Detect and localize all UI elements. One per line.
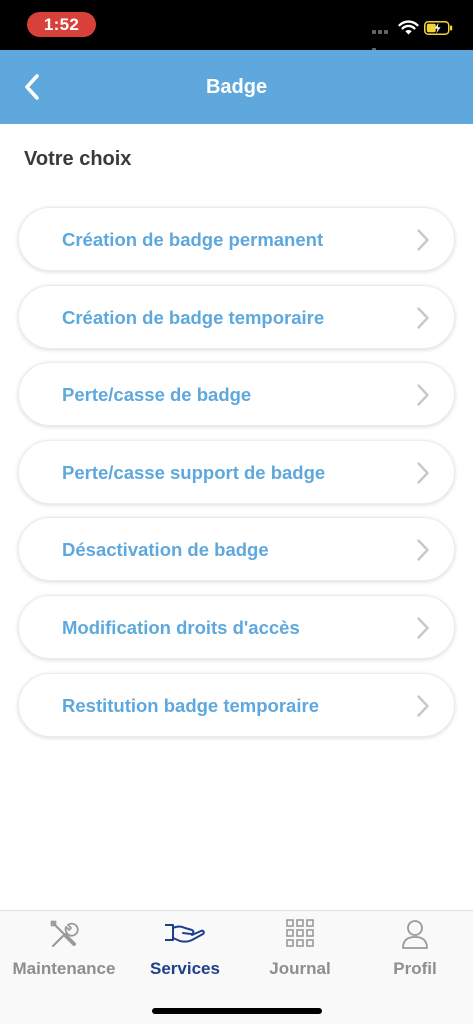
chevron-right-icon xyxy=(417,617,429,639)
menu-item-label: Création de badge permanent xyxy=(62,229,324,250)
chevron-right-icon xyxy=(417,462,429,484)
wifi-icon xyxy=(398,20,419,35)
menu-item-creation-permanent[interactable]: Création de badge permanent xyxy=(18,207,455,271)
chevron-right-icon xyxy=(417,306,429,329)
menu-item-modification-droits[interactable]: Modification droits d'accès xyxy=(18,594,455,659)
tab-journal[interactable]: Journal xyxy=(241,911,359,991)
menu-item-label: Désactivation de badge xyxy=(62,539,269,561)
home-indicator xyxy=(152,1008,322,1014)
chevron-right-icon xyxy=(417,384,429,406)
tab-profil[interactable]: Profil xyxy=(356,911,473,991)
tab-label: Journal xyxy=(269,959,331,978)
chevron-right-icon xyxy=(417,229,429,251)
section-title: Votre choix xyxy=(24,148,132,170)
status-time: 1:52 xyxy=(27,12,96,37)
menu-item-perte-support[interactable]: Perte/casse support de badge xyxy=(18,439,455,504)
tools-icon xyxy=(50,920,79,948)
cellular-signal-icon xyxy=(372,30,394,52)
menu-item-restitution[interactable]: Restitution badge temporaire xyxy=(18,672,455,737)
menu-item-label: Création de badge temporaire xyxy=(62,306,325,328)
menu-item-label: Perte/casse de badge xyxy=(62,384,252,406)
menu-item-label: Perte/casse support de badge xyxy=(62,461,326,483)
tab-services[interactable]: Services xyxy=(126,911,244,991)
menu-list: Création de badge permanent Création de … xyxy=(18,207,455,750)
chevron-right-icon xyxy=(417,694,429,717)
tab-bar: Maintenance Services Journal Profil xyxy=(0,910,473,1024)
tab-label: Services xyxy=(150,959,220,978)
battery-icon xyxy=(424,21,453,35)
chevron-right-icon xyxy=(417,539,429,562)
grid-icon xyxy=(286,919,314,947)
page-title: Badge xyxy=(205,76,268,98)
menu-item-creation-temporaire[interactable]: Création de badge temporaire xyxy=(18,284,455,349)
menu-item-label: Modification droits d'accès xyxy=(62,616,300,638)
header-bar: Badge xyxy=(0,50,473,124)
tab-maintenance[interactable]: Maintenance xyxy=(5,911,123,991)
tab-label: Maintenance xyxy=(12,959,116,978)
user-icon xyxy=(402,920,428,949)
tab-label: Profil xyxy=(393,959,437,978)
menu-item-label: Restitution badge temporaire xyxy=(62,694,319,716)
menu-item-desactivation[interactable]: Désactivation de badge xyxy=(18,517,455,582)
menu-item-perte-badge[interactable]: Perte/casse de badge xyxy=(18,362,455,427)
hand-icon xyxy=(165,924,205,943)
status-bar: 1:52 xyxy=(0,0,473,52)
